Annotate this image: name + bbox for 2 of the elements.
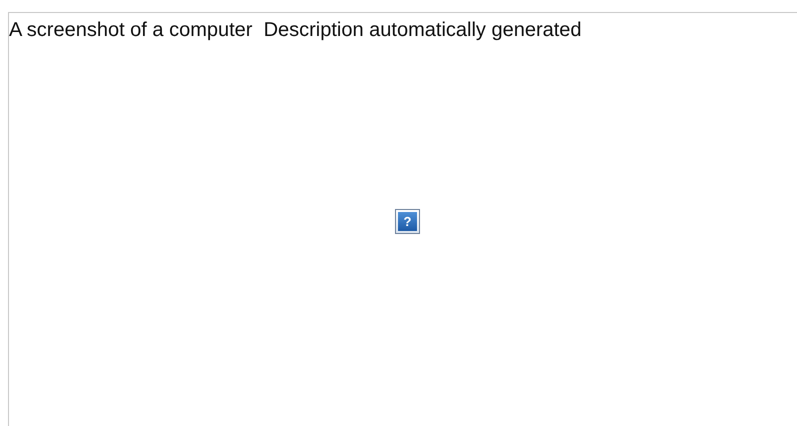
alt-text: A screenshot of a computer Description automatically generated: [9, 18, 582, 42]
missing-image-icon: ?: [395, 209, 420, 234]
